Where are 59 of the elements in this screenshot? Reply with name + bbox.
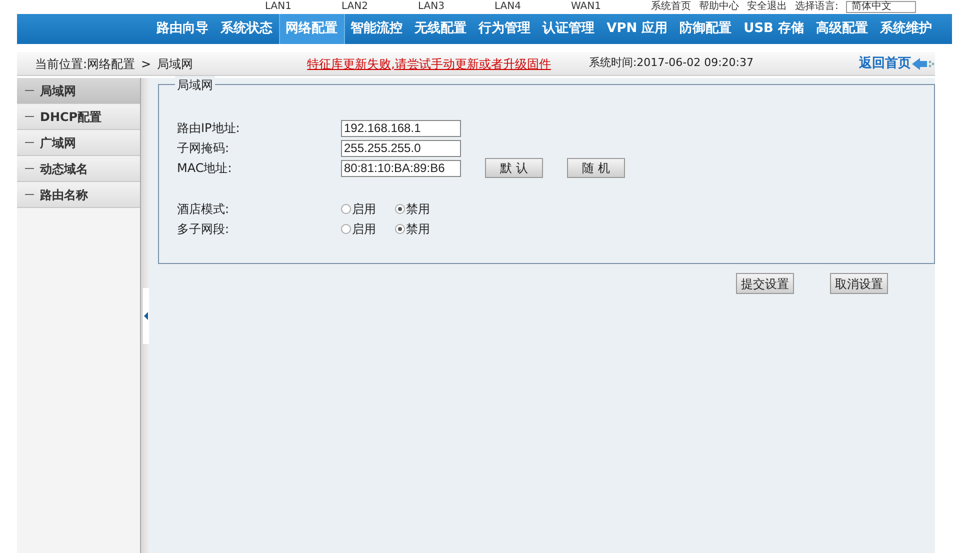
nav-tab[interactable]: VPN 应用 [600, 14, 674, 44]
dash-icon [25, 116, 34, 117]
port-label: LAN1 [265, 2, 292, 12]
field-label: 多子网段: [177, 221, 230, 238]
text-field[interactable]: 80:81:10:BA:89:B6 [341, 160, 461, 176]
action-button[interactable]: 提交设置 [736, 273, 794, 294]
text-field[interactable]: 255.255.255.0 [341, 140, 461, 156]
sidebar-item[interactable]: DHCP配置 [17, 104, 140, 130]
nav-tab[interactable]: USB 存储 [738, 14, 810, 44]
radio-button[interactable] [341, 224, 351, 234]
radio-button[interactable] [395, 224, 405, 234]
port-label: LAN2 [341, 2, 368, 12]
back-arrow-icon [911, 56, 935, 70]
action-button[interactable]: 随 机 [567, 158, 625, 178]
nav-tab[interactable]: 系统状态 [214, 14, 279, 44]
radio-button[interactable] [395, 204, 405, 214]
radio-option[interactable]: 禁用 [395, 200, 430, 218]
home-link[interactable]: 返回首页 [859, 54, 935, 74]
breadcrumb-path: 当前位置:网络配置 [35, 56, 136, 72]
nav-tab[interactable]: 系统维护 [874, 14, 938, 44]
radio-option[interactable]: 禁用 [395, 220, 430, 238]
nav-tab[interactable]: 防御配置 [674, 14, 738, 44]
field-label: 酒店模式: [177, 201, 230, 218]
dash-icon [25, 142, 34, 143]
dash-icon [25, 168, 34, 169]
nav-tab[interactable]: 认证管理 [536, 14, 601, 44]
alert-link[interactable]: 特征库更新失败,请尝试手动更新或者升级固件 [307, 54, 551, 72]
action-button[interactable]: 取消设置 [830, 273, 888, 294]
radio-button[interactable] [341, 204, 351, 214]
breadcrumb-separator: > [141, 56, 152, 72]
language-select[interactable]: 简体中文 [846, 1, 916, 13]
nav-tab[interactable]: 路由向导 [150, 14, 215, 44]
port-label: WAN1 [570, 2, 601, 12]
field-label: 子网掩码: [177, 140, 230, 157]
nav-tab[interactable]: 无线配置 [408, 14, 473, 44]
dash-icon [25, 194, 34, 195]
top-link[interactable]: 系统首页 [650, 2, 691, 12]
port-label: LAN3 [418, 2, 444, 12]
dash-icon [25, 90, 34, 91]
sidebar-item[interactable]: 路由名称 [17, 182, 140, 208]
port-label: LAN4 [494, 2, 521, 12]
language-label: 选择语言: [794, 2, 838, 12]
nav-tab[interactable]: 行为管理 [472, 14, 537, 44]
field-label: MAC地址: [177, 160, 233, 177]
radio-option[interactable]: 启用 [341, 200, 376, 218]
top-link[interactable]: 帮助中心 [698, 2, 739, 12]
sidebar-item[interactable]: 动态域名 [17, 156, 140, 182]
system-time: 系统时间:2017-06-02 09:20:37 [588, 55, 754, 72]
text-field[interactable]: 192.168.168.1 [341, 120, 461, 136]
sidebar-item[interactable]: 局域网 [17, 78, 140, 104]
nav-tab[interactable]: 智能流控 [344, 14, 409, 44]
sidebar-item[interactable]: 广域网 [17, 130, 140, 156]
radio-option[interactable]: 启用 [341, 220, 376, 238]
field-label: 路由IP地址: [177, 120, 241, 137]
action-button[interactable]: 默 认 [485, 158, 543, 178]
breadcrumb-current: 局域网 [157, 56, 194, 72]
splitter-handle[interactable] [140, 78, 150, 553]
top-link[interactable]: 安全退出 [746, 2, 787, 12]
nav-tab[interactable]: 高级配置 [810, 14, 874, 44]
